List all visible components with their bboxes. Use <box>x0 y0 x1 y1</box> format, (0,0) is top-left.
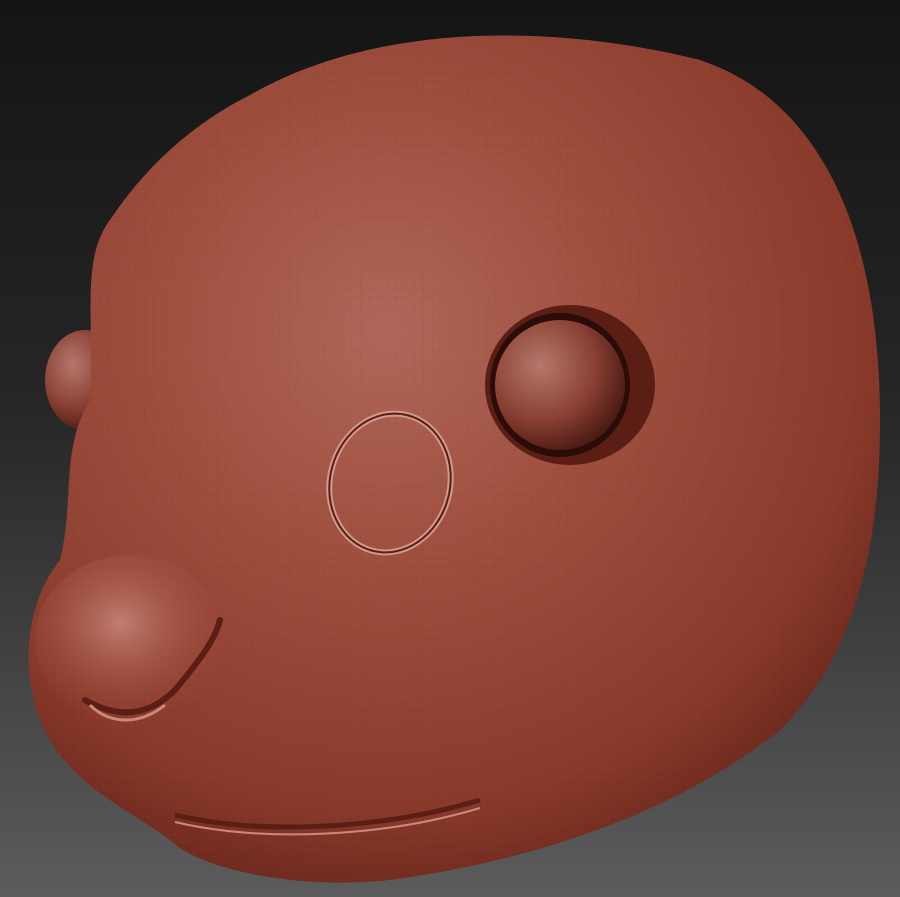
snout-highlight <box>35 555 225 725</box>
3d-viewport[interactable] <box>0 0 900 897</box>
right-eyeball <box>495 320 625 450</box>
render-canvas <box>0 0 900 897</box>
